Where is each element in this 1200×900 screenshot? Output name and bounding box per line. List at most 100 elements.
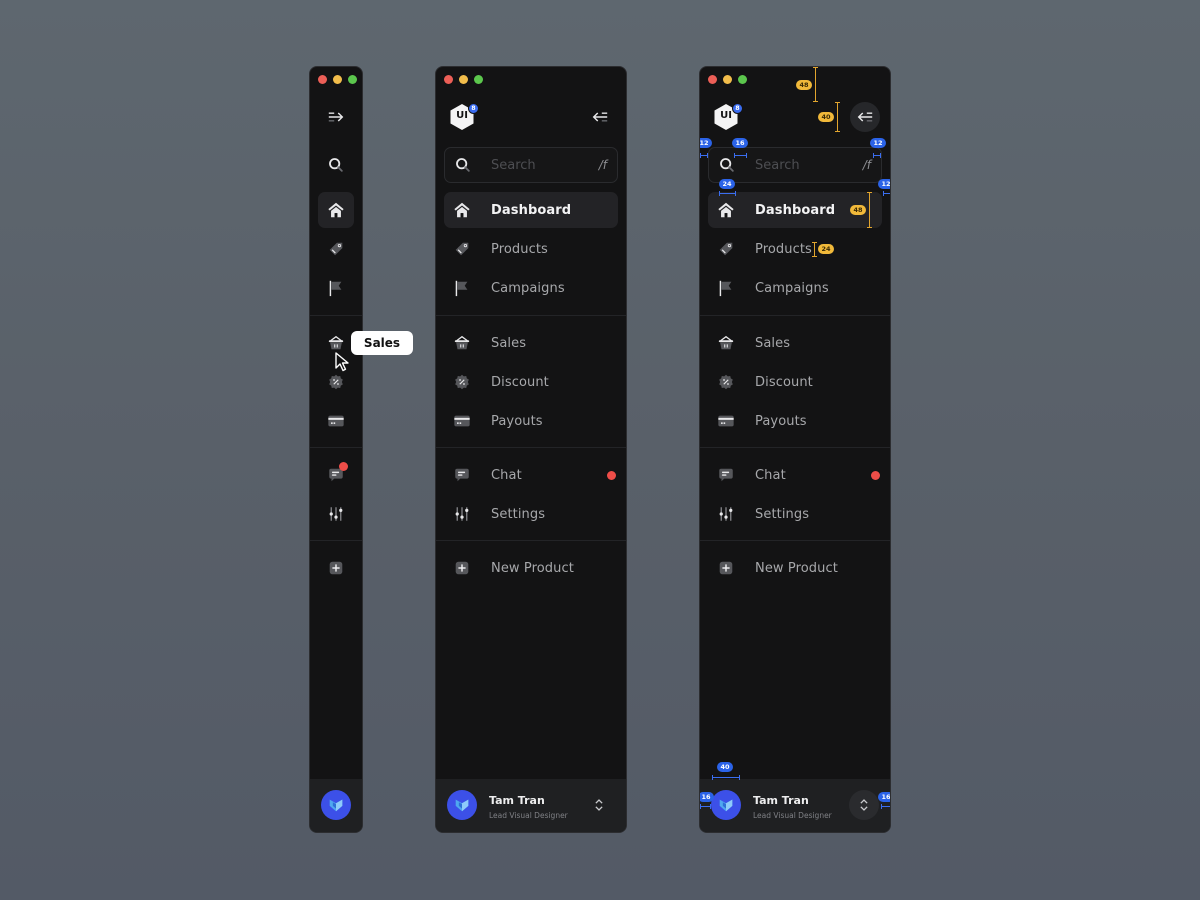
sliders-icon xyxy=(717,505,735,523)
measure-line xyxy=(719,191,736,196)
collapse-icon xyxy=(591,108,609,126)
tag-icon xyxy=(717,240,735,258)
account-switcher-button[interactable] xyxy=(590,796,608,814)
avatar[interactable] xyxy=(447,790,477,820)
divider xyxy=(436,315,626,316)
sidebar-item-payouts[interactable]: Payouts xyxy=(444,403,618,439)
sidebar-item-dashboard[interactable] xyxy=(318,192,354,228)
sidebar-item-products[interactable]: Products xyxy=(708,231,882,267)
home-icon xyxy=(717,201,735,219)
minimize-window-button[interactable] xyxy=(459,75,468,84)
sidebar-item-settings[interactable]: Settings xyxy=(444,496,618,532)
expand-sidebar-button[interactable] xyxy=(318,99,354,135)
user-footer[interactable] xyxy=(310,779,362,832)
sidebar-item-chat[interactable] xyxy=(318,457,354,493)
sidebar-item-label: New Product xyxy=(491,560,574,576)
sidebar-item-chat[interactable]: Chat xyxy=(444,457,618,493)
close-window-button[interactable] xyxy=(708,75,717,84)
collapse-sidebar-button[interactable] xyxy=(850,102,880,132)
sidebar-item-sales[interactable]: Sales xyxy=(708,325,882,361)
measure-line xyxy=(883,191,890,196)
sidebar-item-payouts[interactable]: Payouts xyxy=(708,403,882,439)
divider xyxy=(436,540,626,541)
sidebar-item-settings[interactable] xyxy=(318,496,354,532)
new-product-button[interactable]: New Product xyxy=(708,550,882,586)
search-input[interactable]: Search /f xyxy=(444,147,618,183)
measure-badge: 40 xyxy=(717,762,733,772)
measure-line xyxy=(873,153,881,158)
user-footer[interactable]: Tam Tran Lead Visual Designer xyxy=(700,779,890,832)
minimize-window-button[interactable] xyxy=(723,75,732,84)
sidebar-item-label: Discount xyxy=(755,374,813,390)
divider xyxy=(700,447,890,448)
maximize-window-button[interactable] xyxy=(348,75,357,84)
search-button[interactable] xyxy=(318,147,354,183)
measure-line xyxy=(835,102,840,132)
measure-badge: 24 xyxy=(818,244,834,254)
search-shortcut: /f xyxy=(862,158,871,172)
minimize-window-button[interactable] xyxy=(333,75,342,84)
sidebar-item-dashboard[interactable]: Dashboard xyxy=(444,192,618,228)
sidebar-item-chat[interactable]: Chat xyxy=(708,457,882,493)
sidebar-collapsed xyxy=(309,66,363,833)
plus-square-icon xyxy=(453,559,471,577)
collapse-icon xyxy=(856,108,874,126)
user-name: Tam Tran xyxy=(489,794,545,807)
avatar[interactable] xyxy=(711,790,741,820)
sidebar-item-discount[interactable]: Discount xyxy=(708,364,882,400)
sidebar-item-settings[interactable]: Settings xyxy=(708,496,882,532)
account-switcher-button[interactable] xyxy=(849,790,879,820)
notification-dot xyxy=(339,462,348,471)
sidebar-item-label: Settings xyxy=(755,506,810,522)
shield-logo-icon xyxy=(717,796,735,814)
sidebar-item-label: Campaigns xyxy=(755,280,829,296)
search-shortcut: /f xyxy=(598,158,607,172)
credit-card-icon xyxy=(327,412,345,430)
basket-icon xyxy=(453,334,471,352)
search-icon xyxy=(454,156,472,174)
divider xyxy=(700,315,890,316)
measure-badge: 16 xyxy=(878,792,890,802)
sidebar-item-campaigns[interactable]: Campaigns xyxy=(444,270,618,306)
shield-logo-icon xyxy=(327,796,345,814)
sidebar-item-products[interactable]: Products xyxy=(444,231,618,267)
sliders-icon xyxy=(327,505,345,523)
measure-line xyxy=(734,153,747,158)
measure-line xyxy=(700,804,711,809)
new-product-button[interactable]: New Product xyxy=(444,550,618,586)
measure-badge: 12 xyxy=(870,138,886,148)
sidebar-item-sales[interactable]: Sales xyxy=(444,325,618,361)
measure-line xyxy=(813,67,818,102)
sidebar-item-label: Settings xyxy=(491,506,546,522)
collapse-sidebar-button[interactable] xyxy=(590,107,610,127)
flag-icon xyxy=(717,279,735,297)
maximize-window-button[interactable] xyxy=(474,75,483,84)
divider xyxy=(310,447,362,448)
search-placeholder: Search xyxy=(755,157,800,173)
discount-badge-icon xyxy=(717,373,735,391)
measure-badge: 48 xyxy=(850,205,866,215)
chat-icon xyxy=(717,466,735,484)
sidebar-item-campaigns[interactable] xyxy=(318,270,354,306)
basket-icon xyxy=(717,334,735,352)
avatar[interactable] xyxy=(321,790,351,820)
sidebar-item-campaigns[interactable]: Campaigns xyxy=(708,270,882,306)
discount-badge-icon xyxy=(453,373,471,391)
sidebar-item-label: Payouts xyxy=(491,413,543,429)
sidebar-item-products[interactable] xyxy=(318,231,354,267)
sidebar-item-discount[interactable]: Discount xyxy=(444,364,618,400)
close-window-button[interactable] xyxy=(318,75,327,84)
flag-icon xyxy=(453,279,471,297)
sidebar-item-label: Chat xyxy=(755,467,786,483)
divider xyxy=(310,315,362,316)
user-footer[interactable]: Tam Tran Lead Visual Designer xyxy=(436,779,626,832)
new-product-button[interactable] xyxy=(318,550,354,586)
sidebar-item-payouts[interactable] xyxy=(318,403,354,439)
measure-line xyxy=(867,192,872,228)
plus-square-icon xyxy=(717,559,735,577)
maximize-window-button[interactable] xyxy=(738,75,747,84)
user-role: Lead Visual Designer xyxy=(753,811,832,820)
close-window-button[interactable] xyxy=(444,75,453,84)
measure-badge: 16 xyxy=(732,138,748,148)
home-icon xyxy=(327,201,345,219)
